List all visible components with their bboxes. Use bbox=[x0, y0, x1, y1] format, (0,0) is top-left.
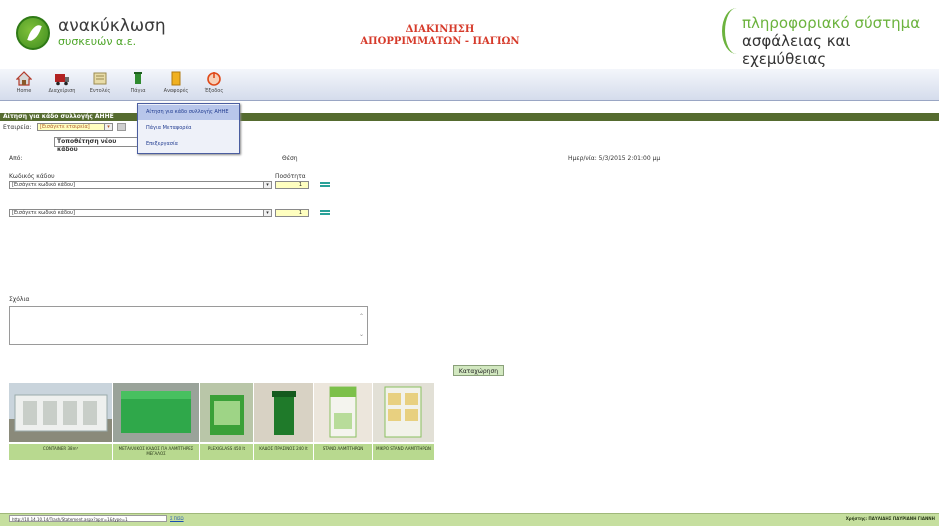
system-logo: πληροφοριακό σύστημα ασφάλειας και εχεμύ… bbox=[722, 8, 932, 68]
chevron-down-icon: ▾ bbox=[104, 124, 112, 130]
quantity-stepper-1[interactable] bbox=[320, 181, 330, 189]
quantity-input-1[interactable]: 1 bbox=[275, 181, 309, 189]
product-caption: STAND ΛΑΜΠΤΗΡΩΝ bbox=[314, 444, 372, 460]
product-card-metal-bin[interactable]: ΜΕΤΑΛΛΙΚΟΣ ΚΑΔΟΣ ΓΙΑ ΛΑΜΠΤΗΡΕΣ ΜΕΓΑΛΟΣ bbox=[113, 383, 199, 460]
toolbar-home[interactable]: Home bbox=[6, 71, 42, 94]
plexiglass-bin-image bbox=[200, 383, 253, 442]
bin-code-select-1[interactable]: [Εισάγετε κωδικό κάδου] ▾ bbox=[9, 181, 272, 189]
page-title-line1: ΔΙΑΚΙΝΗΣΗ bbox=[405, 24, 475, 35]
product-card-plexiglass[interactable]: PLEXIGLASS 450 lt bbox=[200, 383, 253, 460]
action-select[interactable]: Τοποθέτηση νέου κάδου bbox=[54, 137, 138, 153]
toolbar-assets-label: Πάγια bbox=[130, 88, 146, 94]
container-image bbox=[9, 383, 112, 442]
quantity-stepper-2[interactable] bbox=[320, 209, 330, 217]
bin-code-select-2[interactable]: [Εισάγετε κωδικό κάδου] ▾ bbox=[9, 209, 272, 217]
datetime-text: Ημερ/νία: 5/3/2015 2:01:00 μμ bbox=[568, 155, 661, 162]
from-label: Από: bbox=[9, 155, 23, 162]
toolbar-orders[interactable]: Εντολές bbox=[82, 71, 118, 94]
bin-code-label: Κωδικός κάδου bbox=[9, 173, 55, 180]
menu-item-bin-request[interactable]: Αίτηση για κάδο συλλογής ΑΗΗΕ bbox=[138, 105, 239, 120]
current-user: Χρήστης: ΠΑΥΛΙΔΗΣ ΠΑΥΡΙΑΝΗ ΓΙΑΝΝΗ bbox=[845, 516, 935, 521]
recycle-logo-icon bbox=[16, 16, 50, 50]
system-logo-line1: πληροφοριακό σύστημα bbox=[742, 14, 921, 32]
green-bin-image bbox=[254, 383, 313, 442]
scroll-down-icon[interactable]: ⌄ bbox=[359, 331, 364, 338]
toolbar-exit-label: Έξοδος bbox=[204, 88, 224, 94]
metal-bin-image bbox=[113, 383, 199, 442]
power-icon bbox=[207, 72, 221, 86]
chevron-down-icon: ▾ bbox=[263, 182, 271, 188]
menu-item-carrier-assets[interactable]: Πάγια Μεταφορέα bbox=[138, 121, 239, 136]
toolbar-exit[interactable]: Έξοδος bbox=[196, 71, 232, 94]
small-lamp-stand-image bbox=[373, 383, 434, 442]
orders-icon bbox=[93, 72, 107, 85]
product-caption: ΚΑΔΟΣ ΠΡΑΣΙΝΟΣ 240 lt bbox=[254, 444, 313, 460]
bin-icon bbox=[134, 72, 142, 84]
truck-icon bbox=[55, 74, 69, 86]
toolbar-home-label: Home bbox=[16, 88, 32, 94]
product-caption: ΜΕΤΑΛΛΙΚΟΣ ΚΑΔΟΣ ΓΙΑ ΛΑΜΠΤΗΡΕΣ ΜΕΓΑΛΟΣ bbox=[113, 444, 199, 460]
company-select[interactable]: [Εισάγετε εταιρεία] ▾ bbox=[37, 123, 113, 131]
comments-label: Σχόλια bbox=[9, 296, 30, 303]
system-logo-line2: ασφάλειας και εχεμύθειας bbox=[742, 32, 851, 68]
quantity-input-2[interactable]: 1 bbox=[275, 209, 309, 217]
product-caption: PLEXIGLASS 450 lt bbox=[200, 444, 253, 460]
main-toolbar: Home Διαχείριση Εντολές Πάγια Αναφορές Έ… bbox=[0, 69, 939, 101]
chevron-down-icon: ▾ bbox=[263, 210, 271, 216]
company-lookup-icon[interactable] bbox=[117, 123, 126, 131]
scroll-up-icon[interactable]: ⌃ bbox=[359, 313, 364, 320]
lamp-stand-image bbox=[314, 383, 372, 442]
home-icon bbox=[16, 71, 32, 86]
product-caption: CONTAINER 38m³ bbox=[9, 444, 112, 460]
action-select-value: Τοποθέτηση νέου κάδου bbox=[57, 138, 117, 153]
bin-code-select-1-value: [Εισάγετε κωδικό κάδου] bbox=[12, 182, 75, 188]
reports-icon bbox=[171, 71, 181, 86]
toolbar-reports-label: Αναφορές bbox=[163, 88, 189, 94]
company-logo: ανακύκλωση συσκευών α.ε. bbox=[8, 12, 178, 56]
product-card-green-bin[interactable]: ΚΑΔΟΣ ΠΡΑΣΙΝΟΣ 240 lt bbox=[254, 383, 313, 460]
status-url: http://10.14.10.14/Trash/Statement.aspx?… bbox=[9, 515, 167, 522]
page-title-line2: ΑΠΟΡΡΙΜΜΑΤΩΝ - ΠΑΓΙΩΝ bbox=[360, 36, 520, 47]
back-link[interactable]: Σ ΠΙΣΩ bbox=[170, 516, 184, 521]
logo-subtitle: συσκευών α.ε. bbox=[58, 35, 137, 48]
comments-textarea[interactable]: ⌃ ⌄ bbox=[9, 306, 368, 345]
toolbar-orders-label: Εντολές bbox=[89, 88, 111, 94]
section-title: Αίτηση για κάδο συλλογής ΑΗΗΕ bbox=[3, 113, 114, 120]
company-select-value: [Εισάγετε εταιρεία] bbox=[40, 124, 90, 130]
save-button[interactable]: Καταχώρηση bbox=[453, 365, 504, 376]
position-label: Θέση bbox=[282, 155, 298, 162]
assets-dropdown-menu: Αίτηση για κάδο συλλογής ΑΗΗΕ Πάγια Μετα… bbox=[137, 103, 240, 154]
bin-code-select-2-value: [Εισάγετε κωδικό κάδου] bbox=[12, 210, 75, 216]
product-caption: ΜΙΚΡΟ STAND ΛΑΜΠΤΗΡΩΝ bbox=[373, 444, 434, 460]
logo-name: ανακύκλωση bbox=[58, 16, 166, 36]
product-card-container[interactable]: CONTAINER 38m³ bbox=[9, 383, 112, 460]
toolbar-assets[interactable]: Πάγια bbox=[120, 71, 156, 94]
page-title: ΔΙΑΚΙΝΗΣΗ ΑΠΟΡΡΙΜΜΑΤΩΝ - ΠΑΓΙΩΝ bbox=[300, 24, 580, 48]
toolbar-management[interactable]: Διαχείριση bbox=[44, 71, 80, 94]
product-card-small-lamp-stand[interactable]: ΜΙΚΡΟ STAND ΛΑΜΠΤΗΡΩΝ bbox=[373, 383, 434, 460]
product-card-lamp-stand[interactable]: STAND ΛΑΜΠΤΗΡΩΝ bbox=[314, 383, 372, 460]
menu-item-processing[interactable]: Επεξεργασία bbox=[138, 137, 239, 152]
quantity-label: Ποσότητα bbox=[275, 173, 306, 180]
toolbar-management-label: Διαχείριση bbox=[48, 88, 76, 94]
company-label: Εταιρεία: bbox=[3, 124, 32, 131]
toolbar-reports[interactable]: Αναφορές bbox=[158, 71, 194, 94]
